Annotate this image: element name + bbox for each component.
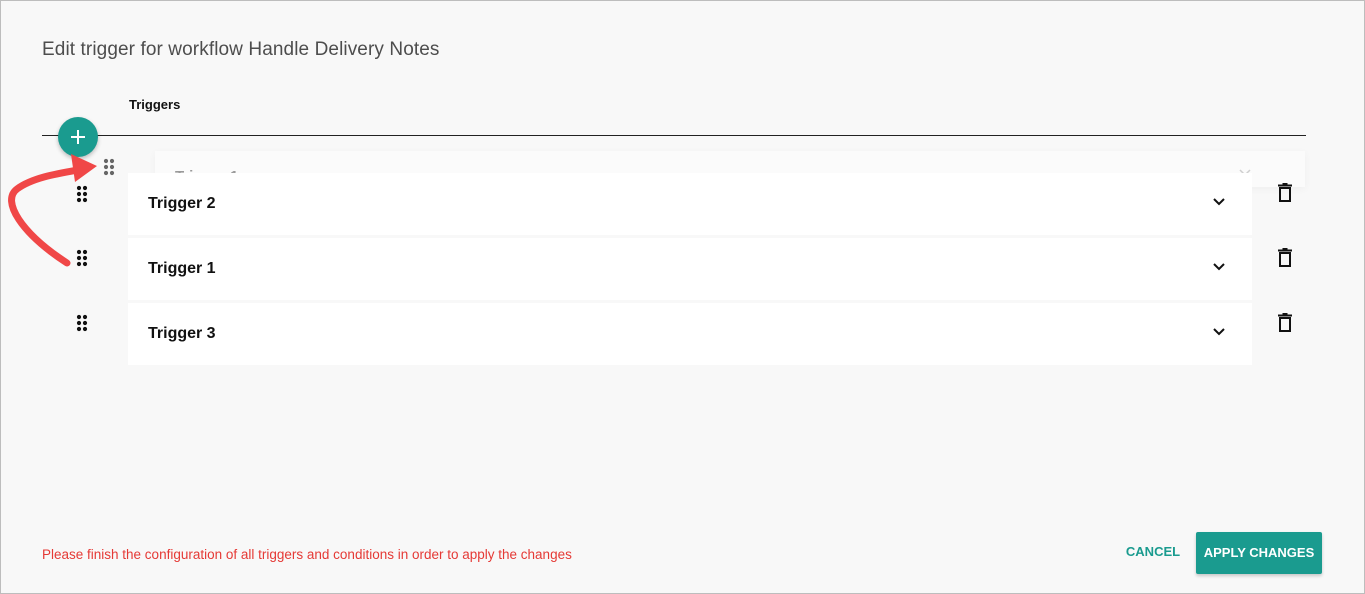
trash-icon[interactable] xyxy=(1277,248,1293,267)
trigger-row[interactable]: Trigger 2 xyxy=(128,173,1252,235)
chevron-down-icon[interactable] xyxy=(1212,262,1226,272)
validation-error-message: Please finish the configuration of all t… xyxy=(42,547,572,562)
cancel-button[interactable]: CANCEL xyxy=(1117,532,1189,572)
dialog-title: Edit trigger for workflow Handle Deliver… xyxy=(42,39,440,60)
trigger-row[interactable]: Trigger 3 xyxy=(128,303,1252,365)
add-trigger-button[interactable] xyxy=(58,117,98,157)
section-divider xyxy=(42,135,1306,136)
drag-handle-icon[interactable] xyxy=(76,185,88,203)
trash-icon[interactable] xyxy=(1277,183,1293,202)
drag-handle-icon[interactable] xyxy=(76,314,88,332)
trigger-label: Trigger 1 xyxy=(148,260,216,277)
plus-icon xyxy=(71,130,85,144)
trash-icon[interactable] xyxy=(1277,313,1293,332)
trigger-label: Trigger 2 xyxy=(148,195,216,212)
drag-handle-icon[interactable] xyxy=(103,158,115,176)
trigger-row[interactable]: Trigger 1 xyxy=(128,238,1252,300)
triggers-section-label: Triggers xyxy=(129,97,181,112)
chevron-down-icon[interactable] xyxy=(1212,197,1226,207)
apply-changes-button[interactable]: APPLY CHANGES xyxy=(1196,532,1322,574)
chevron-down-icon[interactable] xyxy=(1212,327,1226,337)
edit-trigger-dialog: Edit trigger for workflow Handle Deliver… xyxy=(0,0,1365,594)
trigger-label: Trigger 3 xyxy=(148,325,216,342)
drag-handle-icon[interactable] xyxy=(76,249,88,267)
